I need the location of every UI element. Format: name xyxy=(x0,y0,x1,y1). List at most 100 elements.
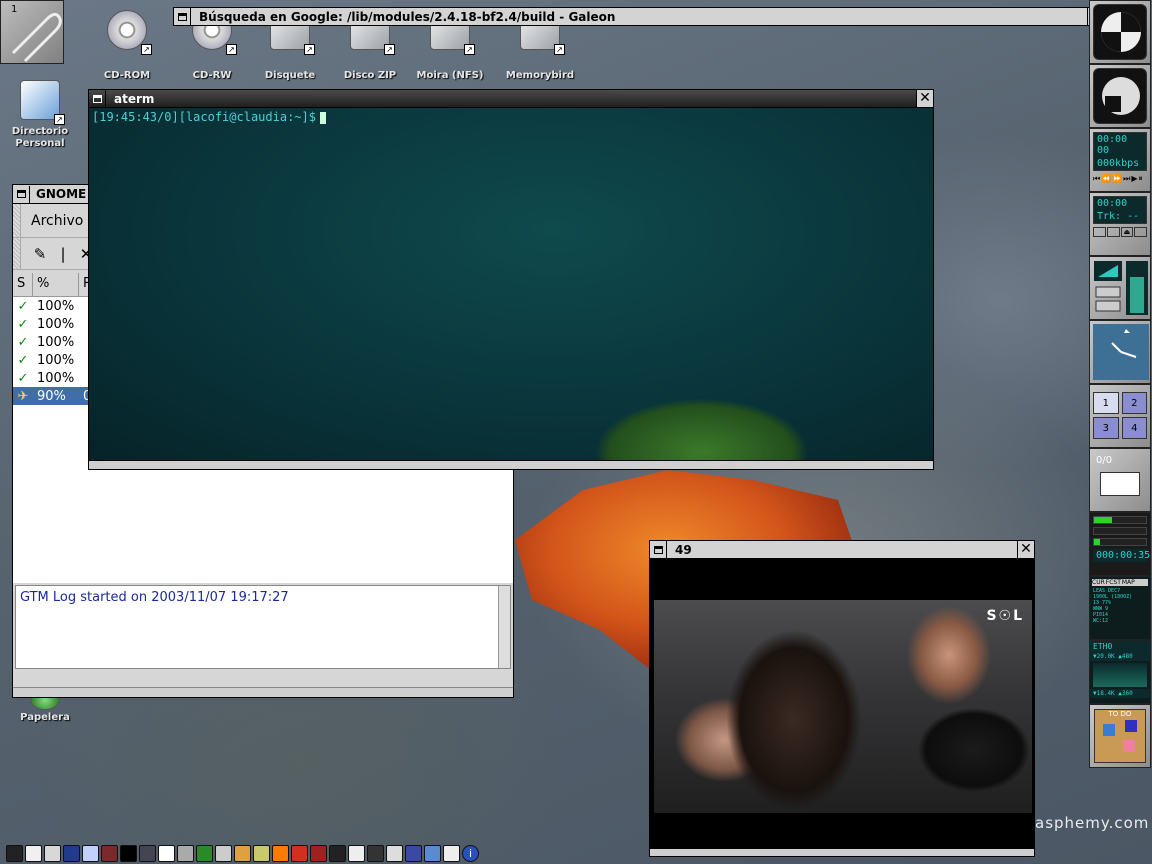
dock-weather[interactable]: CUR FCST MAP LEAS DEC7 1900L (1800Z) 13 … xyxy=(1089,576,1151,640)
rewind-icon[interactable]: ⏪ xyxy=(1101,174,1111,184)
forward-icon[interactable]: ⏩ xyxy=(1112,174,1122,184)
brush-icon[interactable] xyxy=(177,845,194,862)
terminal-background-leaf xyxy=(594,398,809,460)
eject-icon[interactable]: ⏏ xyxy=(1120,227,1134,237)
aterm-titlebar[interactable]: aterm ✕ xyxy=(88,89,934,108)
dock-xmms-player[interactable]: 00:00 00 000kbps ⏮ ⏪ ⏩ ⏭ ▶ ⏸ xyxy=(1089,128,1151,192)
dock-mixer[interactable] xyxy=(1089,256,1151,320)
log-scrollbar[interactable] xyxy=(498,586,510,668)
log-panel[interactable]: GTM Log started on 2003/11/07 19:17:27 xyxy=(15,585,511,669)
cd-button[interactable] xyxy=(1093,227,1106,237)
video-area[interactable]: S☉L xyxy=(649,559,1035,849)
pause-icon[interactable]: ⏸ xyxy=(1139,174,1143,184)
workspace-4[interactable]: 4 xyxy=(1121,417,1147,439)
dock-mail[interactable]: 0/0 xyxy=(1089,448,1151,512)
dock-app-gnome[interactable] xyxy=(1089,64,1151,128)
video-frame: S☉L xyxy=(654,600,1032,813)
network-icon[interactable] xyxy=(386,845,403,862)
dock-net-traffic[interactable]: ETH0 ▼20.0K ▲480 ▼18.4K ▲360 xyxy=(1089,640,1151,704)
menu-archivo[interactable]: Archivo xyxy=(21,213,93,229)
cd-button[interactable] xyxy=(1106,227,1120,237)
traffic-graph xyxy=(1093,663,1147,687)
dock-net-meter[interactable]: 000:00:35 xyxy=(1089,512,1151,576)
calculator-icon[interactable] xyxy=(196,845,213,862)
browser-icon[interactable] xyxy=(82,845,99,862)
dock-app-logo[interactable] xyxy=(1089,0,1151,64)
volume-icon xyxy=(1094,261,1148,315)
column-status[interactable]: S xyxy=(13,273,33,296)
workspace-2[interactable]: 2 xyxy=(1121,392,1147,414)
document-icon[interactable] xyxy=(25,845,42,862)
done-check-icon: ✓ xyxy=(17,334,29,350)
terminal-area[interactable]: [19:45:43/0][lacofi@claudia:~]$ xyxy=(88,108,934,461)
desktop-icon-cdrom[interactable]: ↗ CD-ROM xyxy=(92,10,162,82)
dock-pager[interactable]: 1 2 3 4 xyxy=(1089,384,1151,448)
weather-tab-map[interactable]: MAP xyxy=(1122,579,1135,586)
video-icon[interactable] xyxy=(424,845,441,862)
menubar-grip[interactable] xyxy=(13,204,21,237)
downloading-icon: ✈ xyxy=(17,388,29,404)
settings-icon[interactable] xyxy=(443,845,460,862)
pen-icon[interactable] xyxy=(158,845,175,862)
log-text: GTM Log started on 2003/11/07 19:17:27 xyxy=(20,590,289,605)
desktop-icon-label: CD-RW xyxy=(192,70,232,81)
monitor-icon[interactable] xyxy=(6,845,23,862)
terminal-icon[interactable] xyxy=(120,845,137,862)
cd-button[interactable] xyxy=(1134,227,1147,237)
resize-bar[interactable] xyxy=(649,849,1035,857)
close-button[interactable]: ✕ xyxy=(916,90,933,107)
meter-bar xyxy=(1093,527,1147,535)
weather-readout: LEAS DEC7 1900L (1800Z) 13 77% WNW 9 PI0… xyxy=(1093,588,1133,624)
image-viewer-icon[interactable] xyxy=(234,845,251,862)
dock-clock[interactable] xyxy=(1089,320,1151,384)
film-icon[interactable] xyxy=(329,845,346,862)
dock-todo[interactable]: TO DO xyxy=(1089,704,1151,768)
wallpaper-watermark: asphemy.com xyxy=(1035,814,1150,832)
editor-icon[interactable] xyxy=(44,845,61,862)
desktop-icon-home[interactable]: ↗ Directorio Personal xyxy=(5,80,75,150)
next-icon[interactable]: ⏭ xyxy=(1123,174,1130,184)
home-folder-icon: ↗ xyxy=(20,80,65,125)
resize-bar[interactable] xyxy=(88,461,934,470)
workspace-1[interactable]: 1 xyxy=(1093,392,1119,414)
miniaturize-button[interactable] xyxy=(650,541,667,558)
desktop-icon-label: CD-ROM xyxy=(103,70,151,81)
windowmaker-logo-icon xyxy=(1093,4,1147,60)
close-button[interactable]: ✕ xyxy=(1017,541,1034,558)
toolbar-grip[interactable] xyxy=(13,238,21,269)
video-titlebar[interactable]: 49 ✕ xyxy=(649,540,1035,559)
spreadsheet-icon[interactable] xyxy=(101,845,118,862)
player-kbps: 000kbps xyxy=(1094,157,1146,170)
column-percent[interactable]: % xyxy=(33,273,79,296)
cd-track: Trk: -- xyxy=(1094,210,1146,223)
percent-value: 90% xyxy=(37,388,66,404)
galeon-titlebar[interactable]: Búsqueda en Google: /lib/modules/2.4.18-… xyxy=(173,7,1105,26)
desktop-icon-label: Disco ZIP xyxy=(343,70,397,81)
fire-icon[interactable] xyxy=(291,845,308,862)
dock-cd-player[interactable]: 00:00 Trk: -- ⏏ xyxy=(1089,192,1151,256)
n-icon[interactable] xyxy=(63,845,80,862)
flame-icon[interactable] xyxy=(272,845,289,862)
chat-icon[interactable] xyxy=(348,845,365,862)
window-title: Búsqueda en Google: /lib/modules/2.4.18-… xyxy=(199,9,616,24)
miniaturize-button[interactable] xyxy=(13,185,30,203)
uptime-readout: 000:00:35 xyxy=(1093,549,1150,562)
cube-icon[interactable] xyxy=(367,845,384,862)
miniaturize-button[interactable] xyxy=(89,90,106,107)
percent-value: 100% xyxy=(37,352,75,368)
weather-tab-fcst[interactable]: FCST xyxy=(1106,579,1121,586)
info-icon[interactable]: i xyxy=(462,845,479,862)
media-icon[interactable] xyxy=(310,845,327,862)
workspace-clip[interactable]: 1 xyxy=(0,0,64,64)
previous-icon[interactable]: ⏮ xyxy=(1093,174,1100,184)
todo-board-icon: TO DO xyxy=(1094,709,1146,763)
weather-tab-cur[interactable]: CUR xyxy=(1092,579,1105,586)
hardware-icon[interactable] xyxy=(215,845,232,862)
gimp-icon[interactable] xyxy=(253,845,270,862)
audio-icon[interactable] xyxy=(405,845,422,862)
tools-icon[interactable] xyxy=(139,845,156,862)
play-icon[interactable]: ▶ xyxy=(1131,174,1137,184)
new-download-icon[interactable]: ✎ xyxy=(27,242,53,266)
workspace-3[interactable]: 3 xyxy=(1093,417,1119,439)
miniaturize-button[interactable] xyxy=(174,8,191,25)
